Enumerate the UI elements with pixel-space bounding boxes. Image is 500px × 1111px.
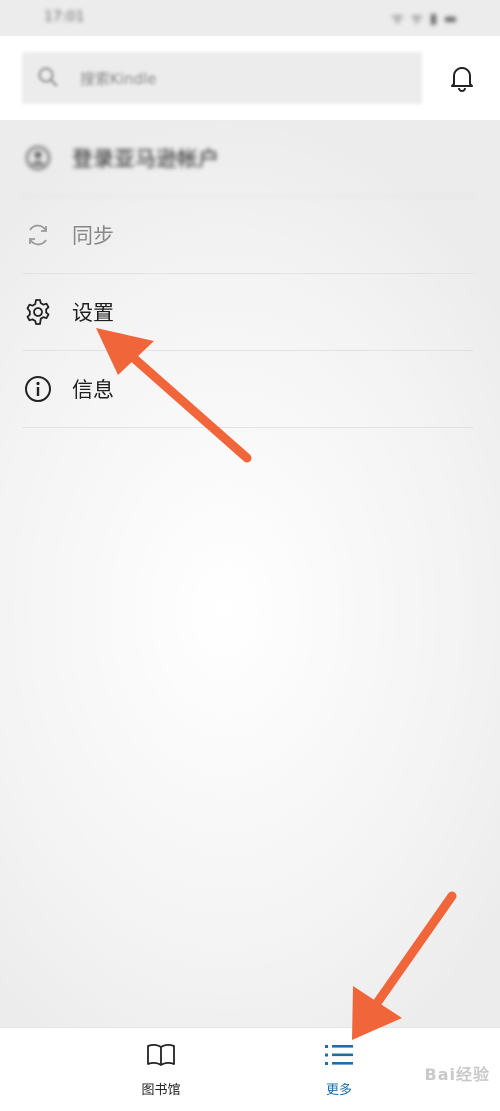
menu-item-sign-in[interactable]: 登录亚马逊帐户 bbox=[22, 120, 474, 197]
menu-item-label: 设置 bbox=[72, 301, 114, 325]
account-icon bbox=[22, 142, 54, 174]
status-icons: ᯤ ᯤ ▮ ▬ bbox=[391, 11, 458, 27]
gear-icon bbox=[22, 296, 54, 328]
info-icon bbox=[22, 373, 54, 405]
menu-item-label: 同步 bbox=[72, 224, 114, 248]
book-icon bbox=[146, 1043, 176, 1071]
menu-item-settings[interactable]: 设置 bbox=[22, 274, 474, 351]
menu-item-label: 登录亚马逊帐户 bbox=[72, 147, 219, 171]
watermark: Bai经验 bbox=[424, 1065, 490, 1084]
sync-icon bbox=[22, 219, 54, 251]
status-bar: 17:01 ᯤ ᯤ ▮ ▬ bbox=[0, 0, 500, 36]
bell-icon bbox=[449, 64, 475, 96]
header: 搜索Kindle bbox=[0, 36, 500, 120]
menu-item-sync[interactable]: 同步 bbox=[22, 197, 474, 274]
menu-item-info[interactable]: 信息 bbox=[22, 351, 474, 428]
search-icon bbox=[36, 65, 60, 89]
tab-label: 更多 bbox=[325, 1082, 352, 1098]
side-menu: 登录亚马逊帐户 同步 设置 信息 bbox=[22, 120, 474, 428]
notifications-button[interactable] bbox=[444, 62, 480, 98]
tab-label: 图书馆 bbox=[141, 1082, 181, 1098]
menu-list-icon bbox=[324, 1043, 354, 1071]
search-input[interactable]: 搜索Kindle bbox=[22, 52, 422, 104]
search-placeholder: 搜索Kindle bbox=[80, 70, 157, 88]
menu-item-label: 信息 bbox=[72, 378, 114, 402]
arrow-to-more-tab bbox=[352, 891, 457, 1040]
status-time: 17:01 bbox=[44, 9, 85, 25]
